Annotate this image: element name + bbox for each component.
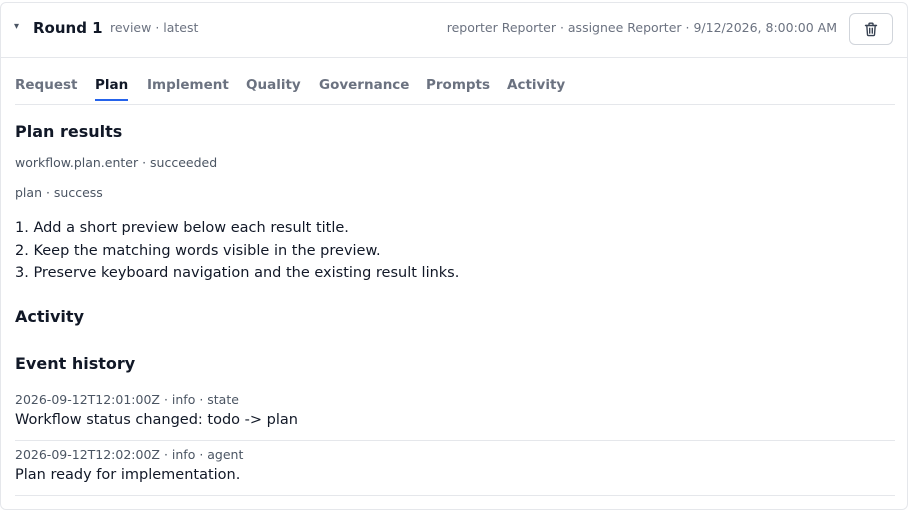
tab-implement[interactable]: Implement xyxy=(147,77,229,101)
event-meta: 2026-09-12T12:02:00Z · info · agent xyxy=(15,447,244,462)
tab-activity[interactable]: Activity xyxy=(507,77,565,101)
delete-round-button[interactable] xyxy=(849,13,893,45)
activity-heading: Activity xyxy=(15,307,84,326)
round-title: Round 1 xyxy=(33,19,103,37)
event-history-heading: Event history xyxy=(15,354,136,373)
plan-step: 3. Preserve keyboard navigation and the … xyxy=(15,265,460,281)
round-header: ▾ Round 1 review · latest reporter Repor… xyxy=(1,3,907,58)
round-tabs: Request Plan Implement Quality Governanc… xyxy=(15,57,895,105)
event-message: Workflow status changed: todo -> plan xyxy=(15,412,298,428)
chevron-down-icon[interactable]: ▾ xyxy=(14,21,19,32)
tab-governance[interactable]: Governance xyxy=(319,77,409,101)
round-people-timestamp: reporter Reporter · assignee Reporter · … xyxy=(446,20,837,35)
round-meta: review · latest xyxy=(110,20,199,35)
event-item: 2026-09-12T12:02:00Z · info · agent Plan… xyxy=(15,441,895,496)
event-message: Plan ready for implementation. xyxy=(15,467,241,483)
tab-plan[interactable]: Plan xyxy=(95,77,129,101)
tab-prompts[interactable]: Prompts xyxy=(426,77,490,101)
trash-icon xyxy=(864,22,878,36)
tab-request[interactable]: Request xyxy=(15,77,77,101)
tab-quality[interactable]: Quality xyxy=(246,77,301,101)
event-meta: 2026-09-12T12:01:00Z · info · state xyxy=(15,392,239,407)
event-item: 2026-09-12T12:01:00Z · info · state Work… xyxy=(15,386,895,441)
round-card: ▾ Round 1 review · latest reporter Repor… xyxy=(0,2,908,510)
plan-steps-list: 1. Add a short preview below each result… xyxy=(15,217,459,285)
workflow-status-line: workflow.plan.enter · succeeded xyxy=(15,155,218,170)
plan-result-status: plan · success xyxy=(15,185,103,200)
plan-step: 2. Keep the matching words visible in th… xyxy=(15,242,381,259)
plan-step: 1. Add a short preview below each result… xyxy=(15,220,349,236)
plan-results-heading: Plan results xyxy=(15,122,123,141)
